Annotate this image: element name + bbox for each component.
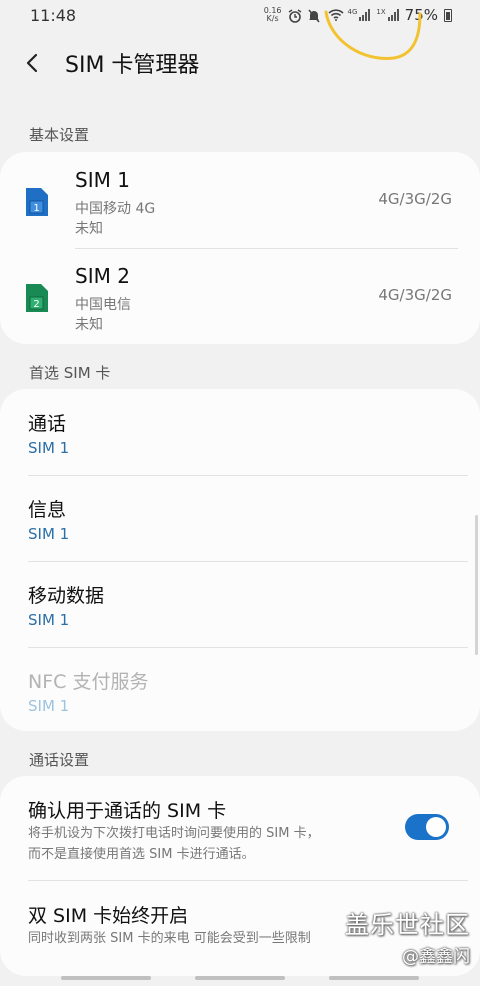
- pref-mobile-data[interactable]: 移动数据 SIM 1: [0, 561, 480, 647]
- confirm-sim-desc-line2: 而不是直接使用首选 SIM 卡进行通话。: [28, 847, 255, 862]
- preferred-sim-list: 通话 SIM 1 信息 SIM 1 移动数据 SIM 1 NFC 支付服务 SI…: [0, 389, 480, 731]
- confirm-sim-for-calls-row[interactable]: 确认用于通话的 SIM 卡 将手机设为下次拨打电话时询问要使用的 SIM 卡， …: [0, 776, 480, 880]
- header: SIM 卡管理器: [0, 40, 480, 86]
- mute-icon: [307, 9, 322, 23]
- pref-calls-value: SIM 1: [28, 439, 70, 457]
- section-title-preferred: 首选 SIM 卡: [29, 364, 111, 382]
- scrollbar[interactable]: [475, 515, 478, 655]
- svg-text:1: 1: [33, 203, 39, 214]
- nav-home-button[interactable]: [195, 976, 285, 980]
- status-bar: 11:48 0.16 K/s 4G 1X 75%: [0, 0, 480, 30]
- pref-messages[interactable]: 信息 SIM 1: [0, 475, 480, 561]
- signal-sim1-tag: 4G: [347, 8, 358, 16]
- sim-card-list: 1 SIM 1 中国移动 4G 未知 4G/3G/2G 2 SIM 2 中国电信…: [0, 152, 480, 344]
- dual-sim-label: 双 SIM 卡始终开启: [28, 905, 189, 927]
- dual-sim-desc: 同时收到两张 SIM 卡的来电 可能会受到一些限制: [28, 931, 311, 946]
- sim1-carrier: 中国移动 4G: [75, 201, 156, 217]
- sim1-name: SIM 1: [75, 168, 130, 192]
- sim2-card-icon: 2: [24, 282, 50, 318]
- sim2-status: 未知: [75, 317, 103, 333]
- sim2-name: SIM 2: [75, 264, 130, 288]
- sim2-carrier: 中国电信: [75, 297, 131, 313]
- navigation-bar: [0, 966, 480, 986]
- page-title: SIM 卡管理器: [65, 53, 200, 78]
- sim2-network-mode: 4G/3G/2G: [378, 286, 452, 304]
- pref-mobile-data-label: 移动数据: [28, 585, 105, 607]
- chevron-left-icon: [26, 53, 38, 73]
- nav-back-button[interactable]: [329, 976, 419, 980]
- pref-calls-label: 通话: [28, 413, 67, 435]
- status-icons: 0.16 K/s 4G 1X 75%: [264, 6, 452, 24]
- wifi-icon: [327, 9, 344, 21]
- network-speed-unit: K/s: [266, 14, 279, 23]
- sim1-card-icon: 1: [24, 186, 50, 222]
- watermark-author: @鑫鑫闪: [402, 947, 470, 967]
- pref-calls[interactable]: 通话 SIM 1: [0, 389, 480, 475]
- battery-icon: [444, 8, 452, 22]
- sim1-status: 未知: [75, 221, 103, 237]
- pref-nfc-payment: NFC 支付服务 SIM 1: [0, 647, 480, 731]
- sim1-network-mode: 4G/3G/2G: [378, 190, 452, 208]
- pref-messages-label: 信息: [28, 499, 67, 521]
- pref-nfc-payment-value: SIM 1: [28, 697, 70, 715]
- back-button[interactable]: [0, 40, 64, 86]
- svg-text:2: 2: [33, 299, 39, 310]
- watermark-community: 盖乐世社区: [345, 911, 470, 939]
- section-title-call-settings: 通话设置: [29, 751, 90, 769]
- signal-sim2-icon: 1X: [376, 8, 399, 21]
- signal-sim2-tag: 1X: [376, 8, 386, 16]
- pref-mobile-data-value: SIM 1: [28, 611, 70, 629]
- confirm-sim-label: 确认用于通话的 SIM 卡: [28, 800, 227, 822]
- section-title-basic: 基本设置: [29, 126, 90, 144]
- toggle-knob: [426, 817, 446, 837]
- sim-row-1[interactable]: 1 SIM 1 中国移动 4G 未知 4G/3G/2G: [0, 152, 480, 248]
- battery-percent: 75%: [404, 6, 438, 24]
- signal-sim1-icon: 4G: [348, 9, 371, 21]
- status-time: 11:48: [30, 5, 77, 25]
- pref-messages-value: SIM 1: [28, 525, 70, 543]
- network-speed: 0.16 K/s: [264, 7, 282, 23]
- confirm-sim-desc-line1: 将手机设为下次拨打电话时询问要使用的 SIM 卡，: [28, 826, 320, 841]
- alarm-icon: [288, 9, 302, 23]
- nav-recent-button[interactable]: [61, 976, 151, 980]
- sim-row-2[interactable]: 2 SIM 2 中国电信 未知 4G/3G/2G: [0, 248, 480, 344]
- pref-nfc-payment-label: NFC 支付服务: [28, 671, 149, 693]
- confirm-sim-toggle[interactable]: [405, 814, 449, 840]
